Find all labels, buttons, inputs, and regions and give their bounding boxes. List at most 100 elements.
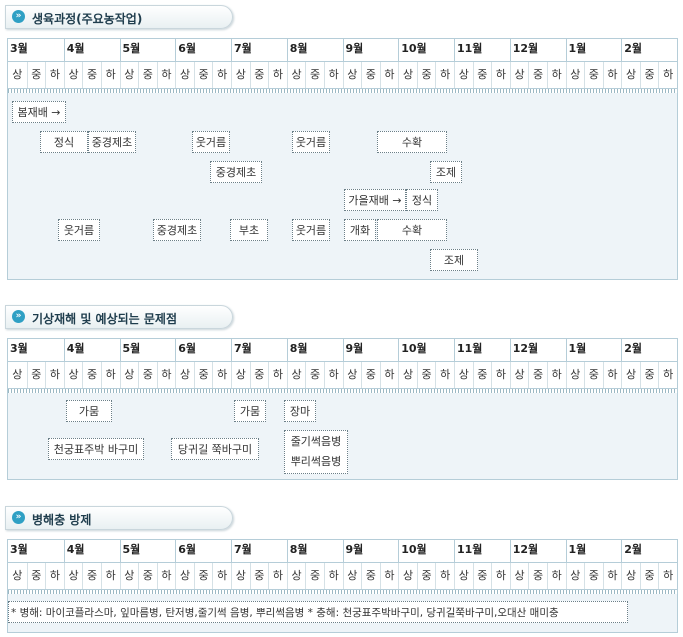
period-cell: 하	[379, 362, 399, 388]
period-cell: 상	[565, 62, 585, 88]
task-box: 봄재배 →	[12, 101, 66, 123]
period-cell: 중	[528, 563, 547, 589]
month-cell: 6월	[175, 339, 231, 361]
month-row: 3월 4월 5월 6월 7월 8월 9월 10월 11월 12월 1월 2월	[8, 39, 677, 62]
period-cell: 상	[509, 62, 529, 88]
month-row: 3월 4월 5월 6월 7월 8월 9월 10월 11월 12월 1월 2월	[8, 339, 677, 362]
period-cell: 중	[584, 62, 603, 88]
period-cell: 중	[193, 362, 213, 388]
period-cell: 하	[491, 362, 510, 388]
period-cell: 중	[249, 362, 269, 388]
month-cell: 5월	[119, 540, 176, 562]
period-cell: 중	[361, 362, 380, 388]
period-cell: 하	[268, 362, 287, 388]
period-cell: 중	[193, 563, 213, 589]
period-cell: 중	[416, 362, 436, 388]
period-cell: 중	[305, 62, 324, 88]
month-cell: 11월	[454, 339, 510, 361]
month-cell: 7월	[231, 39, 287, 61]
period-cell: 중	[138, 563, 157, 589]
month-cell: 7월	[231, 540, 287, 562]
month-cell: 8월	[286, 540, 343, 562]
month-cell: 1월	[565, 39, 622, 61]
period-cell: 중	[528, 62, 547, 88]
period-cell: 하	[379, 563, 399, 589]
pest-calendar: 3월 4월 5월 6월 7월 8월 9월 10월 11월 12월 1월 2월 상중하상중하상중하상중하…	[7, 539, 678, 633]
period-cell: 중	[416, 563, 436, 589]
period-cell: 하	[100, 563, 120, 589]
hazard-box: 가뭄	[66, 400, 112, 422]
period-cell: 상	[398, 563, 417, 589]
task-box: 수확	[377, 131, 447, 153]
month-cell: 7월	[231, 339, 287, 361]
period-cell: 상	[175, 362, 194, 388]
period-cell: 상	[63, 62, 83, 88]
period-cell: 상	[12, 368, 23, 381]
period-cell: 상	[231, 362, 250, 388]
period-cell: 하	[546, 563, 566, 589]
period-cell: 상	[119, 62, 139, 88]
month-cell: 9월	[342, 339, 399, 361]
task-box: 부초	[230, 219, 268, 241]
pest-area: * 병해: 마이코플라스마, 잎마름병, 탄저병,줄기썩 음병, 뿌리썩음병 *…	[8, 594, 677, 632]
period-cell: 하	[435, 563, 454, 589]
period-cell: 하	[658, 62, 677, 88]
period-cell: 하	[212, 62, 231, 88]
month-cell: 1월	[565, 540, 622, 562]
period-cell: 하	[658, 362, 677, 388]
month-cell: 12월	[509, 540, 566, 562]
period-cell: 상	[398, 62, 417, 88]
period-cell: 중	[305, 563, 324, 589]
period-cell: 상	[12, 68, 23, 81]
period-cell: 중	[193, 62, 213, 88]
period-cell: 중	[584, 362, 603, 388]
task-box: 웃거름	[192, 131, 230, 153]
growth-calendar: 3월 4월 5월 6월 7월 8월 9월 10월 11월 12월 1월 2월 상중하상중하상중하상중하…	[7, 38, 678, 280]
arrow-circle-icon: »	[12, 310, 25, 323]
period-cell: 중	[26, 62, 46, 88]
period-cell: 상	[454, 563, 473, 589]
period-cell: 중	[138, 362, 157, 388]
hazard-line: 줄기썩음병	[290, 435, 342, 448]
period-cell: 중	[639, 62, 659, 88]
period-cell: 상	[175, 563, 194, 589]
period-cell: 상	[621, 362, 640, 388]
month-cell: 11월	[454, 39, 510, 61]
period-cell: 상	[286, 362, 306, 388]
task-box: 웃거름	[58, 219, 100, 241]
period-cell: 중	[528, 362, 547, 388]
arrow-circle-icon: »	[12, 10, 25, 23]
period-cell: 상	[63, 563, 83, 589]
arrow-circle-icon: »	[12, 511, 25, 524]
month-cell: 9월	[342, 39, 399, 61]
period-cell: 상	[509, 362, 529, 388]
hazard-calendar: 3월 4월 5월 6월 7월 8월 9월 10월 11월 12월 1월 2월 상중하상중하상중하상중하…	[7, 338, 678, 480]
task-box: 정식	[40, 131, 88, 153]
period-cell: 하	[435, 62, 454, 88]
period-cell: 하	[156, 362, 176, 388]
period-cell: 중	[584, 563, 603, 589]
period-cell: 중	[639, 563, 659, 589]
month-cell: 1월	[565, 339, 622, 361]
month-cell: 6월	[175, 540, 231, 562]
month-cell: 10월	[398, 540, 454, 562]
task-area: 봄재배 → 정식 중경제초 웃거름 웃거름 수확 중경제초 조제 가을재배 → …	[8, 93, 677, 279]
period-cell: 상	[454, 62, 473, 88]
month-cell: 5월	[119, 339, 176, 361]
period-cell: 상	[621, 563, 640, 589]
period-cell: 하	[602, 563, 622, 589]
period-cell: 중	[472, 62, 492, 88]
task-box: 가을재배 →	[344, 189, 406, 211]
period-cell: 하	[435, 362, 454, 388]
month-cell: 10월	[398, 339, 454, 361]
period-cell: 중	[416, 62, 436, 88]
period-cell: 상	[286, 563, 306, 589]
task-box: 중경제초	[210, 161, 262, 183]
period-cell: 하	[100, 62, 120, 88]
month-cell: 2월	[621, 540, 677, 562]
section-title: 병해충 방제	[32, 513, 92, 527]
period-cell: 중	[82, 362, 101, 388]
month-cell: 10월	[398, 39, 454, 61]
period-cell: 하	[45, 362, 64, 388]
period-cell: 중	[82, 563, 101, 589]
